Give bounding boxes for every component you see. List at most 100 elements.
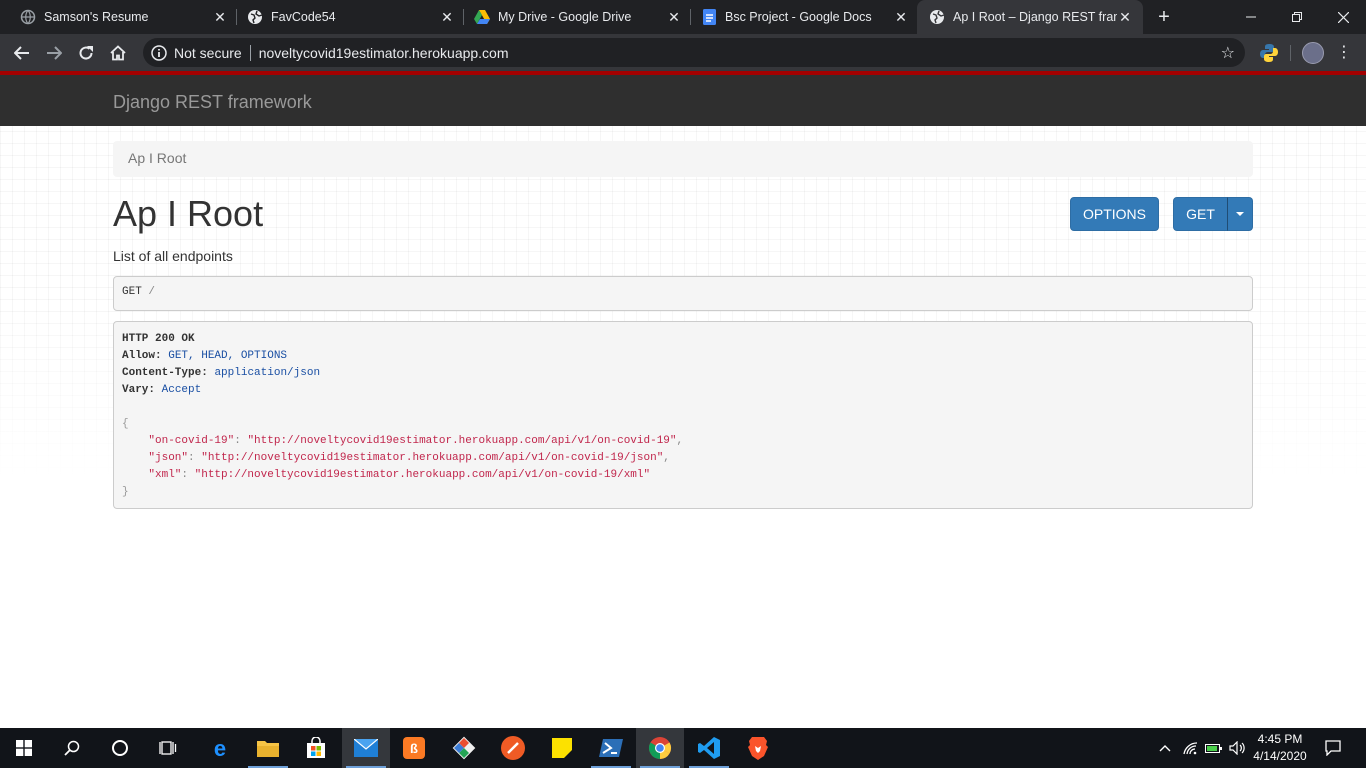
close-icon[interactable]: ✕ [893, 9, 909, 25]
json-open-brace: { [122, 418, 129, 430]
response-status-line: HTTP 200 OK [122, 331, 1244, 348]
close-icon[interactable]: ✕ [666, 9, 682, 25]
close-icon[interactable]: ✕ [212, 9, 228, 25]
tab-samsons-resume[interactable]: Samson's Resume ✕ [0, 0, 238, 34]
response-header-vary: Vary: Accept [122, 382, 1244, 399]
xampp-taskbar-button[interactable]: ß [390, 728, 438, 768]
request-path: / [148, 286, 156, 298]
edge-taskbar-button[interactable]: e [196, 728, 244, 768]
mail-icon [354, 739, 378, 757]
reload-icon [79, 46, 93, 60]
bookmark-star-icon[interactable]: ☆ [1221, 43, 1235, 63]
google-drive-icon [474, 9, 490, 25]
breadcrumb-item[interactable]: Ap I Root [128, 150, 186, 166]
get-button[interactable]: GET [1173, 197, 1228, 231]
cortana-button[interactable] [96, 728, 144, 768]
vscode-taskbar-button[interactable] [685, 728, 733, 768]
cortana-icon [112, 740, 128, 756]
xampp-icon: ß [403, 737, 425, 759]
restore-button[interactable] [1274, 0, 1320, 34]
chrome-taskbar-button[interactable] [636, 728, 684, 768]
close-icon[interactable]: ✕ [1117, 9, 1133, 25]
git-taskbar-button[interactable] [440, 728, 488, 768]
back-button[interactable] [9, 40, 35, 66]
url-text[interactable]: noveltycovid19estimator.herokuapp.com [259, 45, 509, 61]
json-key: "json" [148, 452, 189, 464]
wifi-tray[interactable] [1180, 728, 1202, 768]
tab-title: My Drive - Google Drive [498, 10, 632, 24]
home-button[interactable] [105, 40, 131, 66]
show-hidden-icons[interactable] [1154, 728, 1176, 768]
forward-button[interactable] [41, 40, 67, 66]
volume-tray[interactable] [1226, 728, 1248, 768]
options-button[interactable]: OPTIONS [1070, 197, 1159, 231]
tab-title: Ap I Root – Django REST frame [953, 10, 1117, 24]
home-icon [110, 45, 126, 61]
response-status: HTTP 200 OK [122, 333, 195, 345]
sticky-notes-taskbar-button[interactable] [538, 728, 586, 768]
header-label: Vary: [122, 384, 156, 396]
start-icon [16, 740, 32, 756]
battery-tray[interactable] [1203, 728, 1225, 768]
globe-icon [929, 9, 945, 25]
header-value: application/json [214, 367, 321, 379]
brave-icon [748, 737, 768, 760]
minimize-button[interactable] [1228, 0, 1274, 34]
tab-google-drive[interactable]: My Drive - Google Drive ✕ [454, 0, 692, 34]
powershell-taskbar-button[interactable] [587, 728, 635, 768]
json-close-brace: } [122, 486, 129, 498]
close-icon[interactable]: ✕ [439, 9, 455, 25]
powershell-icon [599, 739, 623, 757]
json-key: "xml" [148, 469, 182, 481]
json-link[interactable]: "http://noveltycovid19estimator.herokuap… [201, 452, 663, 464]
tab-title: FavCode54 [271, 10, 336, 24]
wifi-icon [1183, 742, 1198, 755]
postman-taskbar-button[interactable] [489, 728, 537, 768]
git-icon [452, 736, 476, 760]
json-link[interactable]: "http://noveltycovid19estimator.herokuap… [247, 435, 676, 447]
arrow-left-icon [14, 46, 29, 60]
page-viewport: Django REST framework Ap I Root Ap I Roo… [0, 71, 1366, 728]
globe-icon [20, 9, 36, 25]
battery-icon [1205, 744, 1222, 753]
info-icon[interactable] [151, 44, 167, 61]
taskbar-clock[interactable]: 4:45 PM 4/14/2020 [1250, 731, 1310, 765]
store-taskbar-button[interactable] [292, 728, 340, 768]
new-tab-button[interactable]: + [1152, 5, 1176, 29]
close-icon [1337, 11, 1349, 23]
menu-icon[interactable]: ⋮ [1336, 42, 1352, 64]
volume-icon [1229, 741, 1245, 755]
tab-api-root[interactable]: Ap I Root – Django REST frame ✕ [917, 0, 1143, 34]
task-view-button[interactable] [144, 728, 192, 768]
file-explorer-taskbar-button[interactable] [244, 728, 292, 768]
address-bar[interactable]: Not secure noveltycovid19estimator.herok… [143, 38, 1245, 67]
address-divider [249, 44, 251, 61]
google-docs-icon [701, 9, 717, 25]
navbar: Django REST framework [0, 71, 1366, 126]
response-info: HTTP 200 OK Allow: GET, HEAD, OPTIONS Cont… [113, 321, 1253, 509]
get-format-dropdown[interactable] [1227, 197, 1253, 231]
brave-taskbar-button[interactable] [734, 728, 782, 768]
tab-favcode54[interactable]: FavCode54 ✕ [227, 0, 465, 34]
json-link[interactable]: "http://noveltycovid19estimator.herokuap… [195, 469, 650, 481]
tab-google-docs[interactable]: Bsc Project - Google Docs ✕ [681, 0, 919, 34]
store-icon [307, 737, 325, 758]
search-icon [64, 740, 80, 756]
mail-taskbar-button[interactable] [342, 728, 390, 768]
notification-icon [1325, 740, 1341, 756]
start-button[interactable] [0, 728, 48, 768]
brand-link[interactable]: Django REST framework [113, 92, 312, 113]
minimize-icon [1246, 16, 1256, 18]
action-center-button[interactable] [1320, 728, 1346, 768]
search-button[interactable] [48, 728, 96, 768]
reload-button[interactable] [73, 40, 99, 66]
json-comma: , [676, 435, 684, 447]
json-entry: "xml": "http://noveltycovid19estimator.h… [148, 469, 651, 481]
python-extension-icon[interactable] [1259, 43, 1279, 63]
close-window-button[interactable] [1320, 0, 1366, 34]
header-label: Content-Type: [122, 367, 208, 379]
browser-tab-strip: Samson's Resume ✕ FavCode54 ✕ My Drive -… [0, 0, 1366, 34]
response-header-allow: Allow: GET, HEAD, OPTIONS [122, 348, 1244, 365]
profile-avatar[interactable] [1302, 42, 1324, 64]
security-label[interactable]: Not secure [174, 45, 242, 61]
